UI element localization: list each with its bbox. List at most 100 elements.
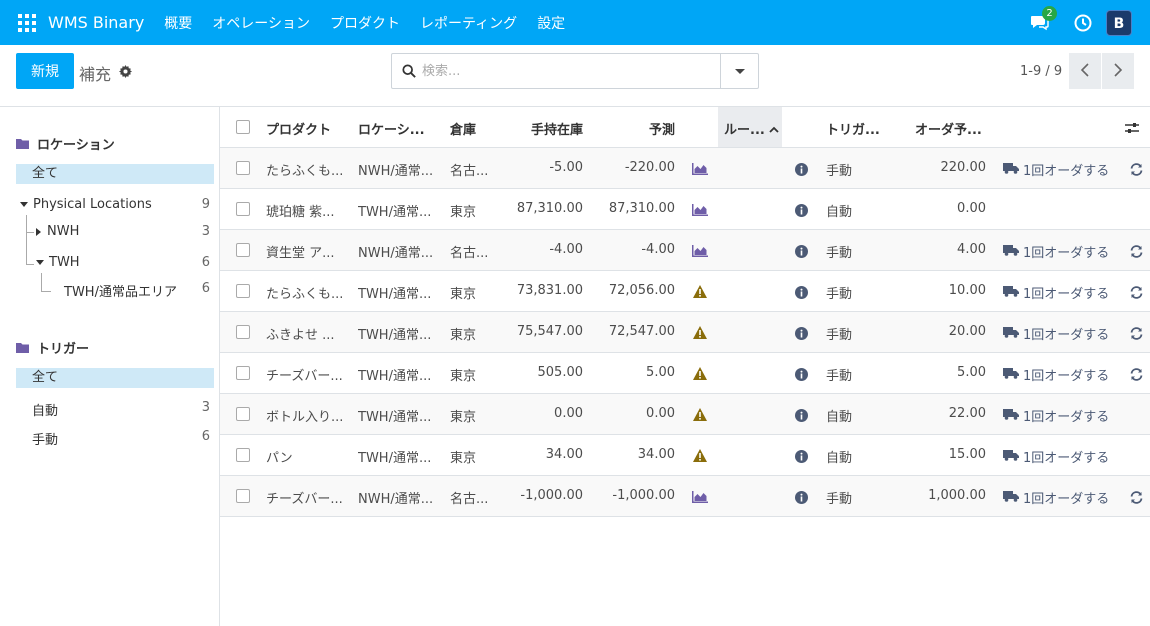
row-checkbox[interactable] — [236, 325, 250, 339]
warning-icon[interactable] — [693, 285, 707, 302]
info-icon[interactable] — [795, 409, 808, 426]
table-row[interactable]: 琥珀糖 紫... TWH/通常... 東京 87,310.00 87,310.00 自動 0… — [220, 189, 1150, 230]
forecast-chart-icon[interactable] — [692, 245, 708, 261]
col-warehouse[interactable]: 倉庫 — [450, 119, 476, 138]
select-all-checkbox[interactable] — [236, 120, 250, 134]
warning-icon[interactable] — [693, 367, 707, 384]
info-icon[interactable] — [795, 491, 808, 508]
col-on-hand[interactable]: 手持在庫 — [525, 119, 583, 138]
order-once-button[interactable]: 1回オーダする — [1003, 283, 1109, 302]
info-icon[interactable] — [795, 450, 808, 467]
col-to-order[interactable]: オーダ予... — [915, 119, 982, 138]
cell-product: チーズバー... — [266, 492, 343, 507]
refresh-icon[interactable] — [1130, 327, 1143, 344]
column-settings-icon[interactable] — [1125, 121, 1139, 139]
apps-menu-icon[interactable] — [18, 13, 36, 32]
search-icon — [402, 64, 416, 78]
caret-down-icon[interactable] — [20, 202, 28, 207]
location-filter-all[interactable]: 全て — [16, 164, 214, 184]
trigger-filter-manual[interactable]: 手動 6 — [32, 429, 216, 448]
info-icon[interactable] — [795, 204, 808, 221]
menu-item-products[interactable]: プロダクト — [330, 13, 400, 33]
trigger-filter-all[interactable]: 全て — [16, 368, 214, 388]
row-checkbox[interactable] — [236, 448, 250, 462]
col-forecast[interactable]: 予測 — [625, 119, 675, 138]
order-once-button[interactable]: 1回オーダする — [1003, 447, 1109, 466]
caret-down-icon[interactable] — [36, 260, 44, 265]
table-row[interactable]: 資生堂 ア... NWH/通常... 名古... -4.00 -4.00 手動 4.00 1回… — [220, 230, 1150, 271]
brand-name[interactable]: WMS Binary — [48, 13, 144, 32]
order-once-button[interactable]: 1回オーダする — [1003, 406, 1109, 425]
order-once-button[interactable]: 1回オーダする — [1003, 242, 1109, 261]
truck-icon — [1003, 367, 1023, 383]
menu-item-operations[interactable]: オペレーション — [212, 13, 310, 33]
search-options-dropdown[interactable] — [720, 54, 758, 88]
filter-count: 3 — [201, 224, 210, 239]
table-row[interactable]: チーズバー... NWH/通常... 名古... -1,000.00 -1,000.00… — [220, 476, 1150, 517]
pager-previous-button[interactable] — [1069, 53, 1101, 89]
table-row[interactable]: たらふくも... TWH/通常... 東京 73,831.00 72,056.00 手動 1… — [220, 271, 1150, 312]
warning-icon[interactable] — [693, 326, 707, 343]
location-filter-physical-locations[interactable]: Physical Locations 9 — [20, 197, 216, 212]
warning-icon[interactable] — [693, 449, 707, 466]
gear-icon[interactable] — [119, 65, 132, 78]
activity-clock-icon[interactable] — [1074, 14, 1092, 32]
cell-forecast: 0.00 — [646, 406, 675, 421]
cell-forecast: 72,547.00 — [608, 324, 675, 339]
user-avatar[interactable]: B — [1106, 9, 1132, 36]
refresh-icon[interactable] — [1130, 491, 1143, 508]
order-once-button[interactable]: 1回オーダする — [1003, 160, 1109, 179]
row-checkbox[interactable] — [236, 243, 250, 257]
order-once-button[interactable]: 1回オーダする — [1003, 488, 1109, 507]
table-row[interactable]: たらふくも... NWH/通常... 名古... -5.00 -220.00 手動 220.… — [220, 148, 1150, 189]
table-row[interactable]: ボトル入り... TWH/通常... 東京 0.00 0.00 自動 22.00 1回オーダす… — [220, 394, 1150, 435]
caret-right-icon[interactable] — [36, 227, 41, 236]
warning-icon[interactable] — [693, 408, 707, 425]
new-button[interactable]: 新規 — [16, 53, 74, 89]
row-checkbox[interactable] — [236, 366, 250, 380]
chat-icon[interactable]: 2 — [1030, 5, 1057, 34]
pager-value[interactable]: 1-9 / 9 — [1020, 64, 1062, 79]
table-row[interactable]: チーズバー... TWH/通常... 東京 505.00 5.00 手動 5.00 1回オーダ… — [220, 353, 1150, 394]
col-route[interactable]: ルー... — [718, 107, 782, 147]
info-icon[interactable] — [795, 245, 808, 262]
info-icon[interactable] — [795, 286, 808, 303]
cell-forecast: -220.00 — [624, 160, 675, 175]
col-trigger[interactable]: トリガ... — [826, 119, 880, 138]
search-input[interactable] — [422, 60, 712, 82]
menu-item-overview[interactable]: 概要 — [164, 13, 192, 33]
refresh-icon[interactable] — [1130, 368, 1143, 385]
info-icon[interactable] — [795, 368, 808, 385]
col-product[interactable]: プロダクト — [266, 119, 331, 138]
trigger-filter-auto[interactable]: 自動 3 — [32, 400, 216, 419]
cell-product: たらふくも... — [266, 287, 344, 302]
table-row[interactable]: ふきよせ ... TWH/通常... 東京 75,547.00 72,547.00 手動 2… — [220, 312, 1150, 353]
location-filter-twh-normal-area[interactable]: TWH/通常品エリア 6 — [64, 281, 216, 300]
location-filter-twh[interactable]: TWH 6 — [36, 255, 216, 270]
sort-ascending-icon — [769, 126, 779, 133]
menu-item-reporting[interactable]: レポーティング — [420, 13, 517, 33]
cell-location: NWH/通常... — [358, 164, 434, 179]
table-row[interactable]: パン TWH/通常... 東京 34.00 34.00 自動 15.00 1回オーダする — [220, 435, 1150, 476]
location-filter-nwh[interactable]: NWH 3 — [36, 224, 216, 239]
row-checkbox[interactable] — [236, 161, 250, 175]
pager-next-button[interactable] — [1102, 53, 1134, 89]
forecast-chart-icon[interactable] — [692, 491, 708, 507]
row-checkbox[interactable] — [236, 284, 250, 298]
forecast-chart-icon[interactable] — [692, 163, 708, 179]
forecast-chart-icon[interactable] — [692, 204, 708, 220]
col-location[interactable]: ロケーシ... — [358, 119, 425, 138]
filter-count: 6 — [201, 429, 210, 444]
refresh-icon[interactable] — [1130, 245, 1143, 262]
row-checkbox[interactable] — [236, 202, 250, 216]
info-icon[interactable] — [795, 327, 808, 344]
order-once-button[interactable]: 1回オーダする — [1003, 365, 1109, 384]
refresh-icon[interactable] — [1130, 163, 1143, 180]
row-checkbox[interactable] — [236, 489, 250, 503]
info-icon[interactable] — [795, 163, 808, 180]
order-once-button[interactable]: 1回オーダする — [1003, 324, 1109, 343]
row-checkbox[interactable] — [236, 407, 250, 421]
cell-on-hand: 73,831.00 — [516, 283, 583, 298]
refresh-icon[interactable] — [1130, 286, 1143, 303]
menu-item-settings[interactable]: 設定 — [537, 13, 565, 33]
